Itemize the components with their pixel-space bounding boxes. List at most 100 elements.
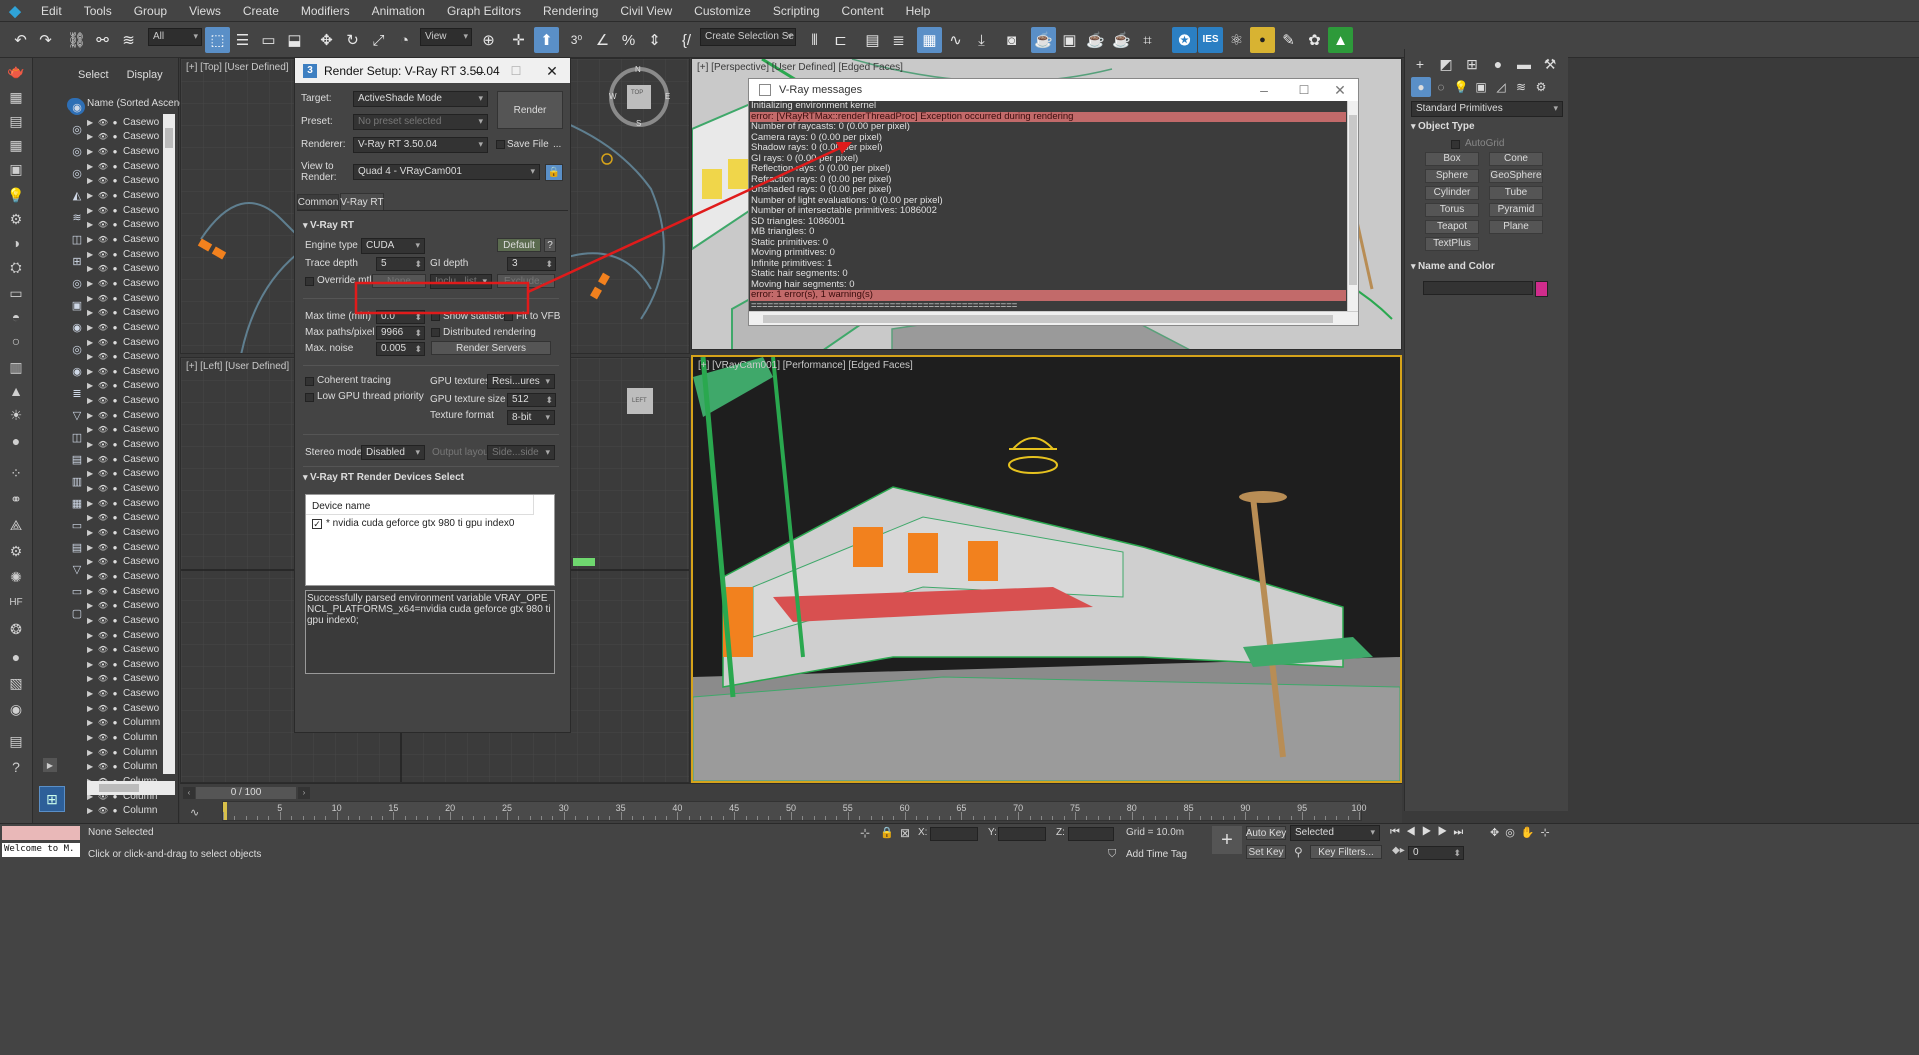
visibility-eye-icon[interactable]: 👁 bbox=[97, 440, 109, 449]
filter-hidden-icon[interactable]: ◎ bbox=[69, 341, 85, 357]
row-expand-arrow-icon[interactable]: ▶ bbox=[87, 132, 97, 141]
visibility-eye-icon[interactable]: 👁 bbox=[97, 689, 109, 698]
row-expand-arrow-icon[interactable]: ▶ bbox=[87, 557, 97, 566]
spinner-snap-icon[interactable]: ⇕ bbox=[642, 27, 667, 53]
target-dropdown[interactable]: ActiveShade Mode bbox=[353, 91, 488, 107]
menu-content[interactable]: Content bbox=[831, 0, 895, 22]
visibility-eye-icon[interactable]: 👁 bbox=[97, 176, 109, 185]
filter-keyed-icon[interactable]: ▢ bbox=[69, 605, 85, 621]
menu-group[interactable]: Group bbox=[123, 0, 178, 22]
freeze-dot-icon[interactable]: ● bbox=[109, 689, 121, 698]
particles-icon[interactable]: ⁘ bbox=[4, 462, 28, 484]
freeze-dot-icon[interactable]: ● bbox=[109, 572, 121, 581]
coherent-tracing-checkbox[interactable] bbox=[305, 377, 314, 386]
freeze-dot-icon[interactable]: ● bbox=[109, 762, 121, 771]
viewport-nav-icons[interactable]: ✥◎✋⊹ bbox=[1490, 826, 1556, 839]
set-key-button[interactable]: Set Key bbox=[1246, 845, 1286, 859]
render-production-icon[interactable]: ☕ bbox=[1083, 27, 1108, 53]
filter-settings-icon[interactable]: ▦ bbox=[69, 495, 85, 511]
visibility-eye-icon[interactable]: 👁 bbox=[97, 499, 109, 508]
visibility-eye-icon[interactable]: 👁 bbox=[97, 235, 109, 244]
vray-light-icon[interactable]: ● bbox=[1250, 27, 1275, 53]
vray-fur-icon[interactable]: ⚛ bbox=[1224, 27, 1249, 53]
x-coord-field[interactable] bbox=[930, 827, 978, 841]
row-expand-arrow-icon[interactable]: ▶ bbox=[87, 367, 97, 376]
row-expand-arrow-icon[interactable]: ▶ bbox=[87, 294, 97, 303]
visibility-eye-icon[interactable]: 👁 bbox=[97, 631, 109, 640]
visibility-eye-icon[interactable]: 👁 bbox=[97, 352, 109, 361]
row-expand-arrow-icon[interactable]: ▶ bbox=[87, 411, 97, 420]
row-expand-arrow-icon[interactable]: ▶ bbox=[87, 601, 97, 610]
selection-filter-dropdown[interactable]: All bbox=[148, 28, 202, 46]
cone-button[interactable]: Cone bbox=[1489, 152, 1543, 166]
sun-icon[interactable]: ☀ bbox=[4, 404, 28, 426]
key-mode-dropdown[interactable]: Selected bbox=[1290, 825, 1380, 841]
render-servers-button[interactable]: Render Servers bbox=[431, 341, 551, 355]
visibility-eye-icon[interactable]: 👁 bbox=[97, 484, 109, 493]
tab-common[interactable]: Common bbox=[297, 194, 339, 210]
time-next-arrow-icon[interactable]: › bbox=[298, 787, 310, 799]
visibility-eye-icon[interactable]: 👁 bbox=[97, 528, 109, 537]
render-frame-icon[interactable]: ▦ bbox=[4, 86, 28, 108]
row-expand-arrow-icon[interactable]: ▶ bbox=[87, 499, 97, 508]
selection-lock-icon[interactable]: 🔒 bbox=[880, 826, 894, 839]
row-expand-arrow-icon[interactable]: ▶ bbox=[87, 689, 97, 698]
freeze-dot-icon[interactable]: ● bbox=[109, 543, 121, 552]
select-object-icon[interactable]: ⬚ bbox=[205, 27, 230, 53]
document-icon[interactable]: ▤ bbox=[4, 110, 28, 132]
visibility-eye-icon[interactable]: 👁 bbox=[97, 220, 109, 229]
filter-cameras-icon[interactable]: ◎ bbox=[69, 165, 85, 181]
lock-view-icon[interactable]: 🔒 bbox=[545, 164, 563, 181]
row-expand-arrow-icon[interactable]: ▶ bbox=[87, 162, 97, 171]
visibility-eye-icon[interactable]: 👁 bbox=[97, 587, 109, 596]
row-expand-arrow-icon[interactable]: ▶ bbox=[87, 279, 97, 288]
row-expand-arrow-icon[interactable]: ▶ bbox=[87, 616, 97, 625]
row-expand-arrow-icon[interactable]: ▶ bbox=[87, 484, 97, 493]
rs-close-button[interactable]: ✕ bbox=[537, 58, 567, 83]
time-prev-arrow-icon[interactable]: ‹ bbox=[183, 787, 195, 799]
max-time-spinner[interactable]: 0.0 bbox=[376, 310, 425, 324]
visibility-eye-icon[interactable]: 👁 bbox=[97, 455, 109, 464]
row-expand-arrow-icon[interactable]: ▶ bbox=[87, 323, 97, 332]
freeze-dot-icon[interactable]: ● bbox=[109, 352, 121, 361]
visibility-eye-icon[interactable]: 👁 bbox=[97, 674, 109, 683]
vray-scene-converter-icon[interactable]: ✿ bbox=[1302, 27, 1327, 53]
menu-civil-view[interactable]: Civil View bbox=[609, 0, 683, 22]
visibility-eye-icon[interactable]: 👁 bbox=[97, 718, 109, 727]
freeze-dot-icon[interactable]: ● bbox=[109, 191, 121, 200]
app-logo-icon[interactable]: ◆ bbox=[0, 0, 30, 22]
tab-vray-rt[interactable]: V-Ray RT bbox=[340, 193, 384, 210]
row-expand-arrow-icon[interactable]: ▶ bbox=[87, 455, 97, 464]
select-by-name-icon[interactable]: ☰ bbox=[230, 27, 255, 53]
save-file-checkbox[interactable] bbox=[496, 140, 505, 149]
row-expand-arrow-icon[interactable]: ▶ bbox=[87, 381, 97, 390]
time-tag-icon[interactable]: ⛉ bbox=[1108, 848, 1116, 861]
menu-views[interactable]: Views bbox=[178, 0, 232, 22]
help-button[interactable]: ? bbox=[544, 238, 556, 252]
create-tab-plus-icon[interactable]: + bbox=[1409, 53, 1431, 75]
box-button[interactable]: Box bbox=[1425, 152, 1479, 166]
freeze-dot-icon[interactable]: ● bbox=[109, 176, 121, 185]
geosphere-button[interactable]: GeoSphere bbox=[1489, 169, 1543, 183]
gi-depth-spinner[interactable]: 3 bbox=[507, 257, 556, 271]
low-gpu-priority-checkbox[interactable] bbox=[305, 393, 314, 402]
mirror-icon[interactable]: ⫴ bbox=[802, 27, 827, 53]
freeze-dot-icon[interactable]: ● bbox=[109, 748, 121, 757]
rs-minimize-button[interactable]: – bbox=[465, 58, 495, 83]
freeze-dot-icon[interactable]: ● bbox=[109, 338, 121, 347]
percent-snap-icon[interactable]: % bbox=[616, 27, 641, 53]
freeze-dot-icon[interactable]: ● bbox=[109, 645, 121, 654]
maxscript-listener-field[interactable] bbox=[2, 826, 80, 840]
row-expand-arrow-icon[interactable]: ▶ bbox=[87, 338, 97, 347]
exclude-button[interactable]: Exclude... bbox=[497, 274, 555, 288]
scene-tab-display[interactable]: Display bbox=[127, 69, 163, 81]
row-expand-arrow-icon[interactable]: ▶ bbox=[87, 250, 97, 259]
rotate-icon[interactable]: ↻ bbox=[340, 27, 365, 53]
teapot-icon[interactable]: 🫖 bbox=[4, 60, 28, 82]
filter-find-icon[interactable]: ▽ bbox=[69, 561, 85, 577]
row-expand-arrow-icon[interactable]: ▶ bbox=[87, 308, 97, 317]
viewport-camera-label[interactable]: [+] [VRayCam001] [Performance] [Edged Fa… bbox=[698, 360, 913, 371]
angle-snap-icon[interactable]: ∠ bbox=[590, 27, 615, 53]
filter-helpers-icon[interactable]: ◭ bbox=[69, 187, 85, 203]
filter-xrefs-icon[interactable]: ⊞ bbox=[69, 253, 85, 269]
